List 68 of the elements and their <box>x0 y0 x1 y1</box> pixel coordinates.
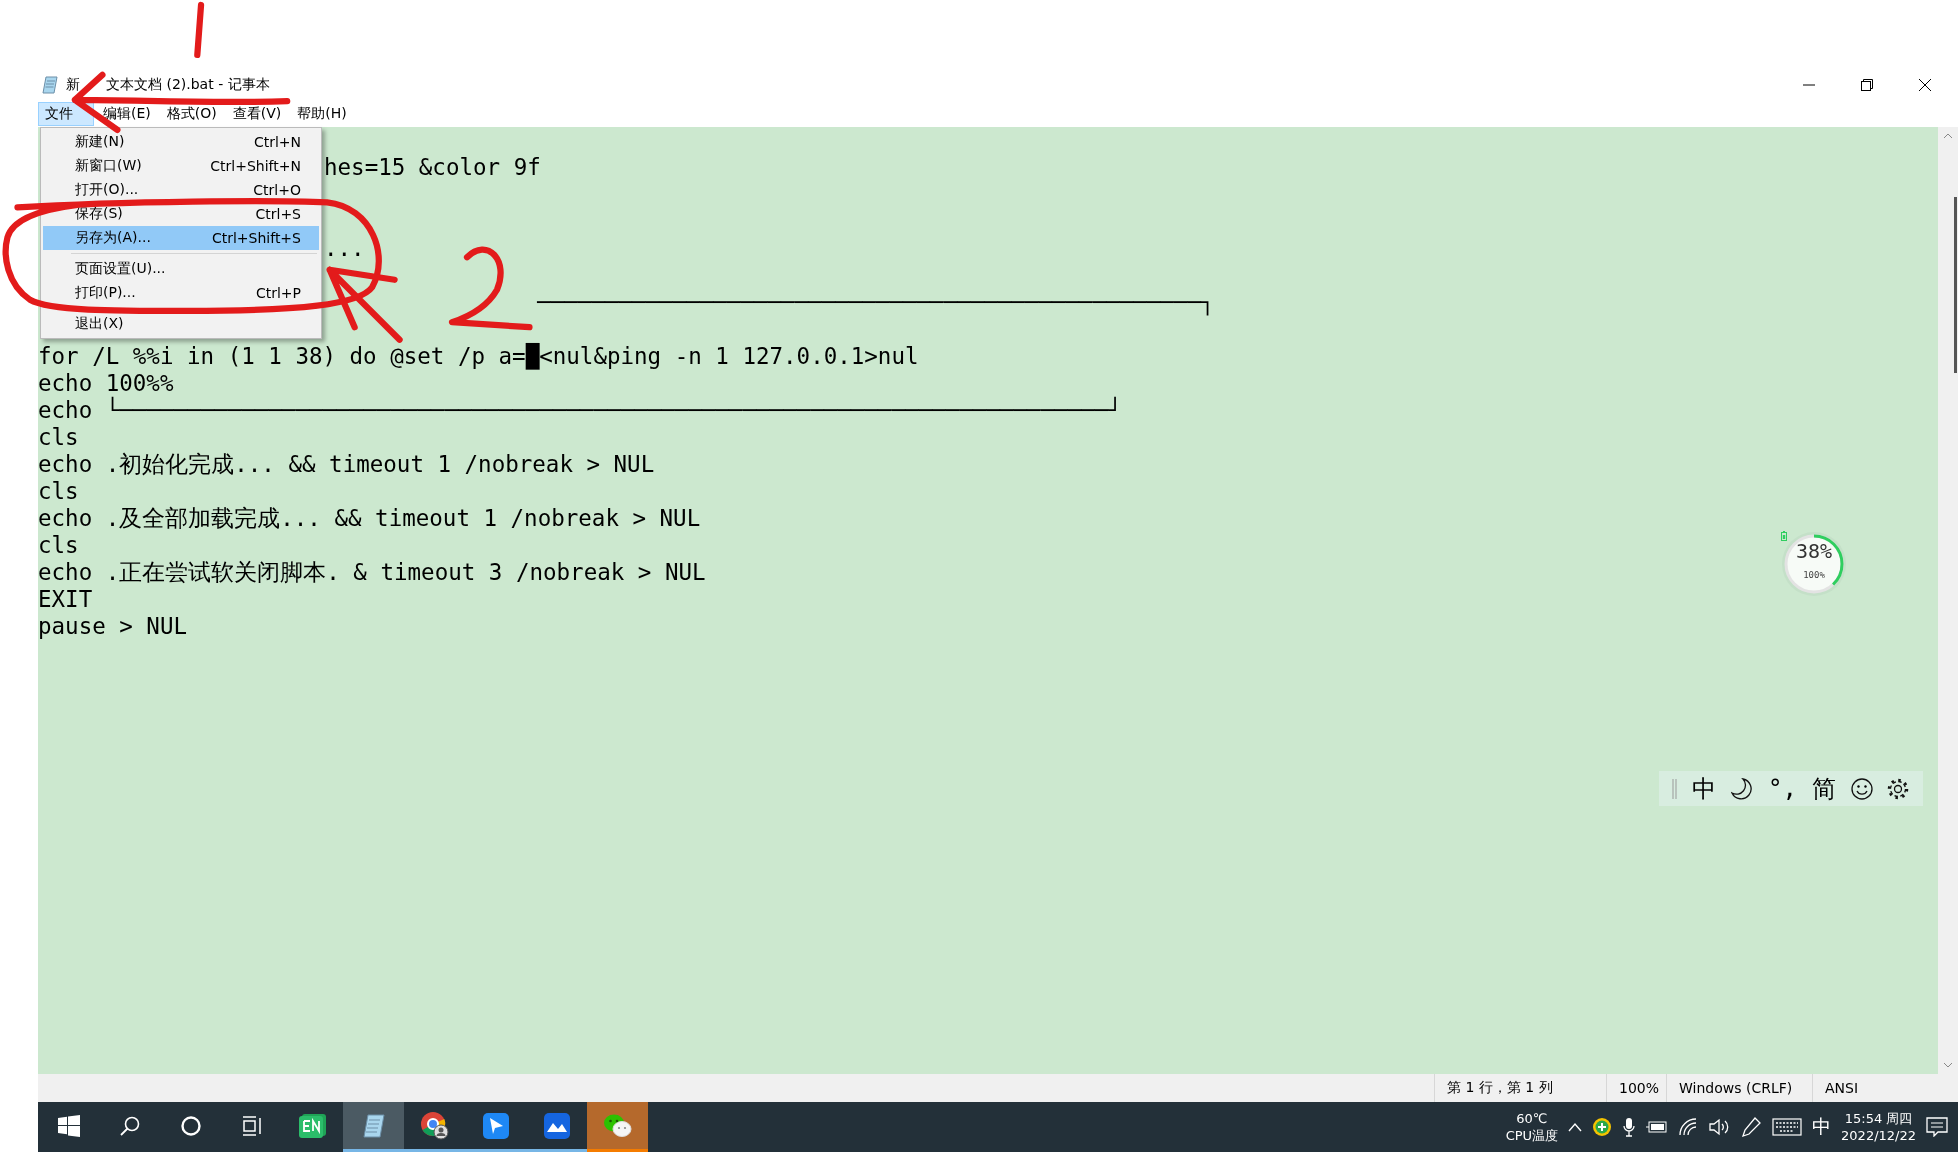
moon-icon[interactable] <box>1731 777 1754 800</box>
menu-item[interactable]: 格式(O) <box>159 102 224 126</box>
cpu-usage: 38% <box>1795 539 1833 562</box>
menu-item[interactable]: 另存为(A)... Ctrl+Shift+S <box>43 226 319 250</box>
menu-item[interactable]: 保存(S) Ctrl+S <box>43 202 319 226</box>
code-line: EXIT <box>38 586 93 612</box>
search-icon <box>118 1114 141 1137</box>
en-app-icon <box>297 1112 328 1139</box>
menu-item[interactable]: 新窗口(W) Ctrl+Shift+N <box>43 154 319 178</box>
battery-level: 100% <box>1803 568 1825 582</box>
code-line: hes=15 &color 9f <box>324 154 541 180</box>
code-line: cls <box>38 478 79 504</box>
windows-icon <box>57 1114 80 1137</box>
scroll-up-icon[interactable] <box>1943 133 1953 139</box>
pen-icon[interactable] <box>1740 1116 1763 1138</box>
code-line: echo .正在尝试软关闭脚本. & timeout 3 /nobreak > NUL <box>38 559 706 585</box>
smiley-icon[interactable] <box>1850 777 1873 800</box>
battery-icon <box>1781 531 1787 541</box>
code-line: cls <box>38 424 79 450</box>
volume-icon[interactable] <box>1708 1118 1731 1136</box>
code-line: cls <box>38 532 79 558</box>
microphone-icon[interactable] <box>1622 1117 1637 1137</box>
cpu-usage-widget[interactable]: 38% 100% <box>1781 531 1847 597</box>
chevron-up-icon[interactable] <box>1568 1122 1583 1132</box>
code-line: pause > NUL <box>38 613 187 639</box>
input-mode[interactable]: 中 <box>1812 1114 1832 1140</box>
menu-item[interactable]: 查看(V) <box>225 102 289 126</box>
code-line: ─────────────────────────────────────────────────┐ <box>537 289 1215 315</box>
drag-handle-icon[interactable] <box>1672 778 1678 799</box>
close-icon <box>1919 79 1931 91</box>
clock-date[interactable]: 2022/12/22 <box>1841 1127 1916 1144</box>
window-title: 文本文档 (2).bat - 记事本 <box>106 76 270 92</box>
menu-item[interactable]: 帮助(H) <box>290 102 354 126</box>
code-line: echo └─────────────────────────────────────────────────────────────────────────┘ <box>38 397 1122 423</box>
battery-icon[interactable] <box>1646 1120 1669 1134</box>
code-line: echo .及全部加载完成... && timeout 1 /nobreak > NUL <box>38 505 701 531</box>
code-line: echo .初始化完成... && timeout 1 /nobreak > NUL <box>38 451 655 477</box>
keyboard-icon[interactable] <box>1772 1118 1803 1136</box>
notepad-icon <box>42 76 58 94</box>
chrome-icon <box>419 1110 450 1141</box>
paper-plane-app-icon <box>481 1111 510 1140</box>
menu-item[interactable]: 退出(X) <box>43 312 319 336</box>
notification-icon[interactable] <box>1926 1117 1948 1137</box>
mountain-app-icon <box>542 1111 571 1140</box>
restore-icon <box>1861 79 1873 91</box>
menu-item[interactable]: 打开(O)... Ctrl+O <box>43 178 319 202</box>
code-line: ... <box>324 235 365 261</box>
settings-icon[interactable] <box>1887 777 1910 800</box>
window-title: 新 <box>66 76 80 92</box>
menu-item[interactable]: 打印(P)... Ctrl+P <box>43 281 319 305</box>
menu-item[interactable]: 文件 <box>38 102 94 126</box>
clock-time[interactable]: 15:54 周四 <box>1844 1110 1913 1127</box>
code-line: for /L %%i in (1 1 38) do @set /p a=█<nul&ping -n 1 127.0.0.1>nul <box>38 343 919 369</box>
menu-item[interactable]: 新建(N) Ctrl+N <box>43 130 319 154</box>
input-mode[interactable]: 中 <box>1692 774 1717 803</box>
code-line: echo 100%% <box>38 370 174 396</box>
plus-circle-icon[interactable] <box>1592 1117 1613 1137</box>
task-view-icon <box>240 1114 263 1137</box>
script-mode[interactable]: 简 <box>1811 774 1836 803</box>
temperature-label: CPU温度 <box>1505 1127 1559 1144</box>
menu-item[interactable]: 编辑(E) <box>96 102 158 126</box>
wifi-icon[interactable] <box>1678 1118 1699 1136</box>
circle-icon <box>179 1114 202 1137</box>
scroll-down-icon[interactable] <box>1943 1062 1953 1068</box>
punctuation-mode[interactable]: °, <box>1768 774 1797 803</box>
menu-item[interactable]: 页面设置(U)... <box>43 257 319 281</box>
scrollbar[interactable] <box>1938 127 1958 1074</box>
temperature: 60℃ <box>1516 1110 1548 1127</box>
